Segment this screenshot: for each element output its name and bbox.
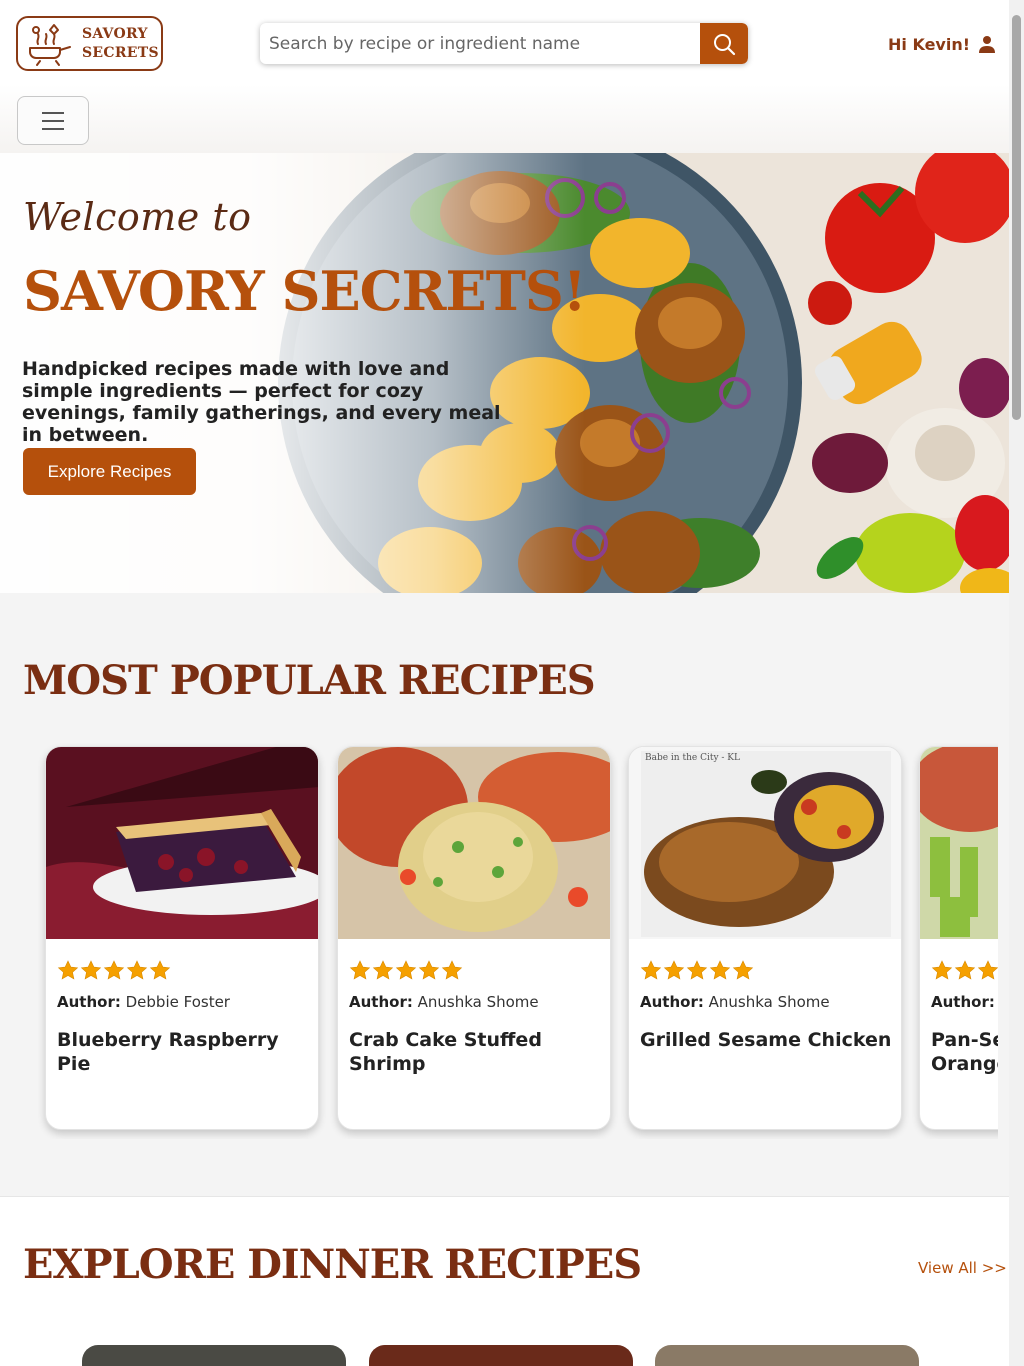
search-bar bbox=[260, 23, 748, 64]
star-icon bbox=[441, 960, 463, 980]
logo-line-2: SECRETS bbox=[82, 44, 159, 61]
logo-text: SAVORY SECRETS bbox=[82, 25, 159, 63]
greeting-text: Hi Kevin! bbox=[888, 34, 971, 54]
author-label: Author: bbox=[640, 993, 704, 1011]
rating-stars bbox=[931, 959, 998, 981]
star-icon bbox=[149, 960, 171, 980]
recipe-title[interactable]: Blueberry Raspberry Pie bbox=[57, 1028, 312, 1076]
star-icon bbox=[640, 960, 662, 980]
search-input[interactable] bbox=[260, 23, 700, 64]
search-icon bbox=[714, 33, 736, 55]
search-button[interactable] bbox=[700, 23, 748, 64]
view-all-link[interactable]: View All >> bbox=[918, 1259, 1007, 1277]
user-greeting[interactable]: Hi Kevin! bbox=[888, 33, 996, 55]
recipe-card[interactable]: Babe in the City - KL Author: Anushka Sh… bbox=[628, 746, 902, 1130]
popular-recipes-section: MOST POPULAR RECIPES Author: Debbie Fost… bbox=[0, 593, 1009, 1196]
author-label: Author: bbox=[349, 993, 413, 1011]
recipe-image bbox=[46, 747, 318, 939]
dinner-recipes-section: EXPLORE DINNER RECIPES View All >> bbox=[0, 1196, 1009, 1366]
recipe-title[interactable]: Crab Cake Stuffed Shrimp bbox=[349, 1028, 604, 1076]
hamburger-menu-icon-line bbox=[42, 119, 64, 122]
recipe-carousel[interactable]: Author: Debbie Foster Blueberry Raspberr… bbox=[0, 739, 998, 1139]
author-name: Anushka Shome bbox=[708, 993, 830, 1011]
recipe-author: Author: D bbox=[931, 993, 998, 1011]
star-icon bbox=[418, 960, 440, 980]
star-icon bbox=[663, 960, 685, 980]
star-icon bbox=[126, 960, 148, 980]
recipe-title[interactable]: Pan-Se Orange bbox=[931, 1028, 998, 1076]
photo-caption: Babe in the City - KL bbox=[645, 753, 740, 763]
recipe-card[interactable]: Author: Anushka Shome Crab Cake Stuffed … bbox=[337, 746, 611, 1130]
explore-recipes-button[interactable]: Explore Recipes bbox=[23, 448, 196, 495]
recipe-card[interactable]: Author: Debbie Foster Blueberry Raspberr… bbox=[45, 746, 319, 1130]
logo-line-1: SAVORY bbox=[82, 25, 148, 42]
star-icon bbox=[395, 960, 417, 980]
rating-stars bbox=[640, 959, 754, 981]
star-icon bbox=[732, 960, 754, 980]
star-icon bbox=[709, 960, 731, 980]
author-name: Debbie Foster bbox=[125, 993, 230, 1011]
author-name: Anushka Shome bbox=[417, 993, 539, 1011]
star-icon bbox=[103, 960, 125, 980]
star-icon bbox=[977, 960, 998, 980]
dinner-recipe-image[interactable] bbox=[655, 1345, 919, 1366]
recipe-image bbox=[338, 747, 610, 939]
hero-welcome-text: Welcome to bbox=[23, 195, 252, 239]
chef-pan-logo-icon bbox=[29, 23, 71, 66]
rating-stars bbox=[57, 959, 171, 981]
recipe-author: Author: Debbie Foster bbox=[57, 993, 230, 1011]
hero-title: SAVORY SECRETS! bbox=[23, 259, 587, 323]
star-icon bbox=[954, 960, 976, 980]
page-scrollbar[interactable] bbox=[1009, 0, 1024, 1366]
author-label: Author: bbox=[57, 993, 121, 1011]
recipe-title[interactable]: Grilled Sesame Chicken bbox=[640, 1028, 895, 1052]
hamburger-menu-button[interactable] bbox=[17, 96, 89, 145]
author-label: Author: bbox=[931, 993, 995, 1011]
scrollbar-thumb[interactable] bbox=[1012, 15, 1021, 420]
logo[interactable]: SAVORY SECRETS bbox=[16, 16, 163, 71]
rating-stars bbox=[349, 959, 463, 981]
hero-description: Handpicked recipes made with love and si… bbox=[22, 358, 501, 446]
dinner-section-title: EXPLORE DINNER RECIPES bbox=[23, 1241, 642, 1288]
recipe-author: Author: Anushka Shome bbox=[640, 993, 830, 1011]
star-icon bbox=[372, 960, 394, 980]
recipe-image bbox=[629, 747, 901, 939]
star-icon bbox=[349, 960, 371, 980]
star-icon bbox=[57, 960, 79, 980]
site-header: SAVORY SECRETS Hi Kevin! bbox=[0, 0, 1009, 153]
dinner-recipe-image[interactable] bbox=[82, 1345, 346, 1366]
recipe-image bbox=[920, 747, 998, 939]
hero-banner: Welcome to SAVORY SECRETS! Handpicked re… bbox=[0, 153, 1009, 593]
star-icon bbox=[686, 960, 708, 980]
star-icon bbox=[80, 960, 102, 980]
popular-section-title: MOST POPULAR RECIPES bbox=[23, 657, 596, 704]
recipe-card[interactable]: Author: D Pan-Se Orange bbox=[919, 746, 998, 1130]
user-icon bbox=[979, 36, 996, 53]
hamburger-menu-icon-line bbox=[42, 127, 64, 130]
hamburger-menu-icon bbox=[42, 111, 64, 114]
dinner-recipe-image[interactable] bbox=[369, 1345, 633, 1366]
recipe-author: Author: Anushka Shome bbox=[349, 993, 539, 1011]
star-icon bbox=[931, 960, 953, 980]
